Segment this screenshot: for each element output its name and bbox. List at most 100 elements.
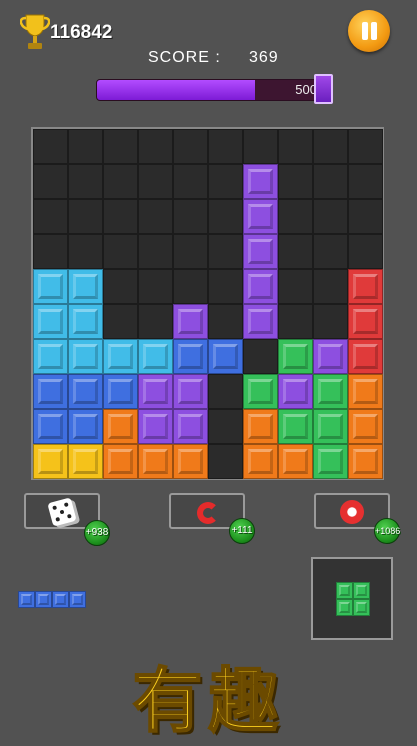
board-cell[interactable] — [348, 234, 383, 269]
dice-count-badge: +938 — [84, 520, 110, 546]
board-block — [243, 374, 278, 409]
board-cell[interactable] — [348, 164, 383, 199]
board-block — [173, 444, 208, 479]
board-cell[interactable] — [278, 199, 313, 234]
board-cell[interactable] — [138, 129, 173, 164]
score-label: SCORE : — [148, 49, 221, 66]
board-cell[interactable] — [138, 304, 173, 339]
board-cell[interactable] — [138, 164, 173, 199]
board-cell[interactable] — [173, 129, 208, 164]
board-cell[interactable] — [278, 304, 313, 339]
next-piece-right[interactable] — [311, 557, 393, 640]
board-block — [173, 409, 208, 444]
score-value: 369 — [249, 49, 279, 66]
game-board[interactable] — [31, 127, 384, 480]
board-block — [33, 304, 68, 339]
board-cell[interactable] — [208, 409, 243, 444]
board-block — [103, 374, 138, 409]
board-block — [68, 304, 103, 339]
board-block — [68, 409, 103, 444]
piece-block — [336, 582, 353, 599]
board-cell[interactable] — [138, 234, 173, 269]
board-cell[interactable] — [208, 234, 243, 269]
board-cell[interactable] — [278, 269, 313, 304]
board-cell[interactable] — [33, 164, 68, 199]
board-block — [348, 304, 383, 339]
best-score: 116842 — [50, 22, 113, 43]
board-cell[interactable] — [68, 164, 103, 199]
level-progress-bar: 500 — [96, 79, 330, 101]
board-cell[interactable] — [33, 199, 68, 234]
board-block — [348, 444, 383, 479]
trophy-icon — [20, 14, 50, 49]
board-block — [33, 409, 68, 444]
board-cell[interactable] — [138, 199, 173, 234]
board-block — [33, 374, 68, 409]
board-cell[interactable] — [208, 199, 243, 234]
board-cell[interactable] — [243, 129, 278, 164]
board-cell[interactable] — [33, 129, 68, 164]
board-block — [208, 339, 243, 374]
board-block — [173, 374, 208, 409]
board-block — [348, 339, 383, 374]
board-cell[interactable] — [103, 199, 138, 234]
board-cell[interactable] — [313, 164, 348, 199]
board-block — [103, 444, 138, 479]
board-block — [68, 374, 103, 409]
board-cell[interactable] — [68, 234, 103, 269]
board-cell[interactable] — [103, 269, 138, 304]
piece-block — [353, 582, 370, 599]
board-cell[interactable] — [243, 339, 278, 374]
board-block — [348, 409, 383, 444]
board-cell[interactable] — [68, 199, 103, 234]
board-cell[interactable] — [313, 304, 348, 339]
board-cell[interactable] — [208, 304, 243, 339]
board-cell[interactable] — [208, 129, 243, 164]
board-block — [313, 339, 348, 374]
board-cell[interactable] — [208, 444, 243, 479]
board-cell[interactable] — [278, 234, 313, 269]
board-block — [173, 339, 208, 374]
board-cell[interactable] — [313, 269, 348, 304]
board-cell[interactable] — [348, 129, 383, 164]
piece-block — [18, 591, 35, 608]
board-block — [68, 444, 103, 479]
board-cell[interactable] — [278, 129, 313, 164]
piece-block — [35, 591, 52, 608]
board-cell[interactable] — [173, 199, 208, 234]
board-cell[interactable] — [208, 164, 243, 199]
board-cell[interactable] — [103, 164, 138, 199]
board-block — [33, 444, 68, 479]
board-block — [243, 234, 278, 269]
board-block — [33, 269, 68, 304]
board-cell[interactable] — [278, 164, 313, 199]
board-block — [173, 304, 208, 339]
magnet-icon — [197, 502, 219, 524]
board-cell[interactable] — [173, 164, 208, 199]
board-cell[interactable] — [103, 304, 138, 339]
board-cell[interactable] — [103, 234, 138, 269]
board-cell[interactable] — [173, 269, 208, 304]
board-cell[interactable] — [68, 129, 103, 164]
board-block — [138, 444, 173, 479]
next-piece-left[interactable] — [18, 591, 86, 608]
board-block — [138, 409, 173, 444]
game-title: 有趣 — [132, 659, 285, 743]
board-block — [68, 339, 103, 374]
pause-button[interactable] — [348, 10, 390, 52]
board-block — [33, 339, 68, 374]
board-cell[interactable] — [138, 269, 173, 304]
board-cell[interactable] — [103, 129, 138, 164]
bomb-icon — [340, 500, 364, 524]
board-cell[interactable] — [313, 199, 348, 234]
board-cell[interactable] — [33, 234, 68, 269]
board-cell[interactable] — [348, 199, 383, 234]
board-cell[interactable] — [173, 234, 208, 269]
board-cell[interactable] — [313, 234, 348, 269]
board-cell[interactable] — [208, 374, 243, 409]
board-cell[interactable] — [313, 129, 348, 164]
board-cell[interactable] — [208, 269, 243, 304]
board-block — [243, 409, 278, 444]
board-block — [243, 199, 278, 234]
piece-block — [336, 599, 353, 616]
